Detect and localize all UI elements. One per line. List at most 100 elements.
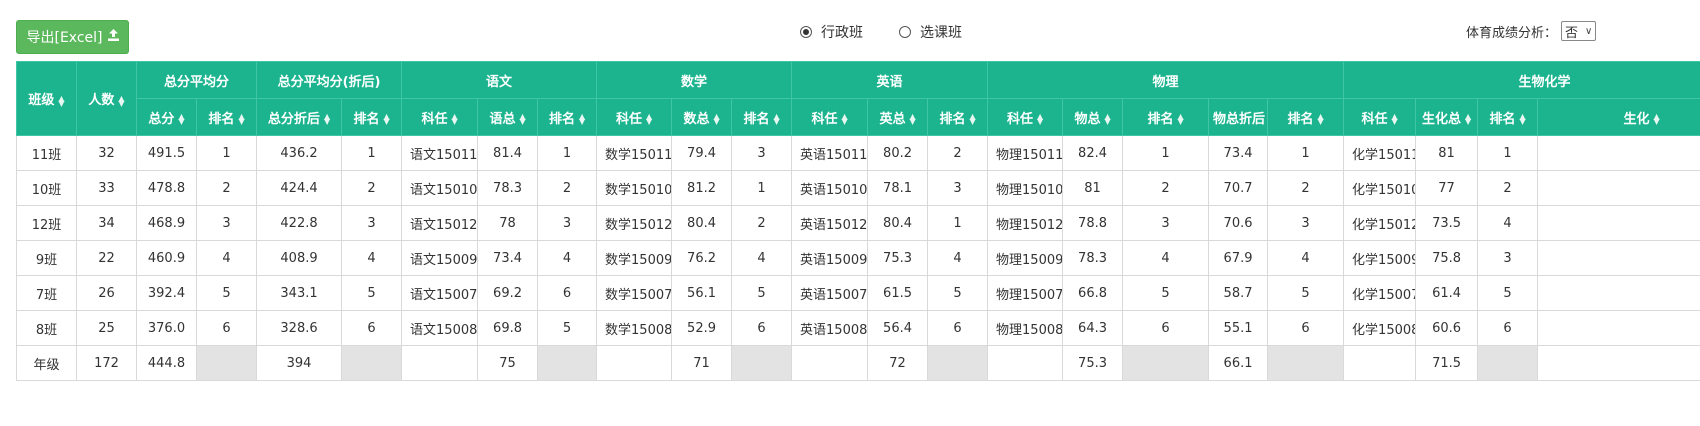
column-header[interactable]: 总分 ▲ ▼ [136, 98, 197, 136]
sort-icon[interactable]: ▲ ▼ [1653, 113, 1659, 126]
sort-icon[interactable]: ▲ ▼ [1391, 113, 1397, 126]
table-cell [1537, 170, 1700, 206]
group-header: 总分平均分(折后) [256, 61, 403, 99]
score-table-container: 班级 ▲ ▼ 人数 ▲ ▼ 总分平均分 总分平均分(折后) 语文 数学 英语 物理 生物化学 总分 ▲ ▼ 排… [16, 61, 1700, 381]
header-label: 语文 [486, 74, 513, 90]
sort-icon[interactable]: ▲ ▼ [841, 113, 847, 126]
column-header[interactable]: 物总 ▲ ▼ [1062, 98, 1124, 136]
group-header: 总分平均分 [135, 61, 258, 99]
sort-icon[interactable]: ▲ ▼ [58, 94, 64, 107]
table-cell: 化学15010 [1343, 170, 1417, 206]
table-row: 10班 33 478.8 2 424.4 2 语文15010 78.3 2 数学15010 81.2… [16, 170, 1700, 206]
table-cell: 25 [76, 310, 137, 346]
sort-icon[interactable]: ▲ ▼ [118, 94, 124, 107]
radio-elective-class[interactable]: 选课班 [899, 22, 962, 42]
column-header[interactable]: 语总 ▲ ▼ [477, 98, 539, 136]
header-label: 科任 [615, 111, 642, 127]
group-header[interactable]: 人数 ▲ ▼ [76, 61, 137, 136]
table-row: 12班 34 468.9 3 422.8 3 语文15012 78 3 数学15012 80.4 2 英… [16, 205, 1700, 241]
table-cell: 56.1 [671, 275, 733, 311]
table-cell: 化学15009 [1343, 240, 1417, 276]
radio-admin-class-label: 行政班 [821, 25, 863, 41]
table-cell: 52.9 [671, 310, 733, 346]
table-cell: 5 [341, 275, 403, 311]
table-cell: 4 [731, 240, 793, 276]
table-cell: 英语15011 [791, 135, 869, 171]
header-label: 排名 [1147, 111, 1174, 127]
table-cell: 化学15012 [1343, 205, 1417, 241]
table-cell: 4 [537, 240, 598, 276]
column-header[interactable]: 排名 ▲ ▼ [195, 98, 258, 136]
table-cell: 2 [1122, 170, 1210, 206]
header-label: 排名 [939, 111, 966, 127]
column-header[interactable]: 物总折后▲▼ [1208, 98, 1269, 136]
group-header: 数学 [596, 61, 793, 99]
header-label: 语总 [489, 111, 516, 127]
table-cell: 444.8 [136, 345, 197, 381]
sort-icon[interactable]: ▲ ▼ [909, 113, 915, 126]
sort-icon[interactable]: ▲ ▼ [519, 113, 525, 126]
sort-icon[interactable]: ▲ ▼ [324, 113, 330, 126]
sort-icon[interactable]: ▲ ▼ [1037, 113, 1043, 126]
column-header[interactable]: 科任 ▲ ▼ [791, 98, 869, 136]
table-cell: 3 [1122, 205, 1210, 241]
radio-checked-icon[interactable] [800, 26, 812, 38]
table-cell [987, 345, 1064, 381]
sort-icon[interactable]: ▲ ▼ [1177, 113, 1183, 126]
sort-icon[interactable]: ▲ ▼ [579, 113, 585, 126]
table-cell: 5 [1477, 275, 1539, 311]
sort-icon[interactable]: ▲ ▼ [713, 113, 719, 126]
column-header[interactable]: 科任 ▲ ▼ [987, 98, 1064, 136]
sort-icon[interactable]: ▲ ▼ [178, 113, 184, 126]
group-header[interactable]: 班级 ▲ ▼ [16, 61, 77, 136]
group-header: 物理 [987, 61, 1345, 99]
table-cell: 72 [867, 345, 929, 381]
table-cell: 33 [76, 170, 137, 206]
table-cell: 78.8 [1062, 205, 1124, 241]
sort-icon[interactable]: ▲ ▼ [646, 113, 652, 126]
sort-icon[interactable]: ▲ ▼ [773, 113, 779, 126]
column-header[interactable]: 排名 ▲ ▼ [1122, 98, 1210, 136]
radio-admin-class[interactable]: 行政班 [800, 22, 863, 42]
radio-unchecked-icon[interactable] [899, 26, 911, 38]
export-excel-button[interactable]: 导出[Excel] [16, 20, 129, 54]
table-cell: 年级 [16, 345, 77, 381]
pe-analysis-label: 体育成绩分析： [1466, 25, 1558, 41]
column-header[interactable]: 科任 ▲ ▼ [596, 98, 673, 136]
column-header[interactable]: 生化总 ▲ ▼ [1415, 98, 1479, 136]
pe-analysis-select[interactable]: 否 ∨ [1561, 21, 1597, 41]
column-header[interactable]: 排名 ▲ ▼ [731, 98, 793, 136]
sort-icon[interactable]: ▲ ▼ [1317, 113, 1323, 126]
column-header[interactable]: 总分折后 ▲ ▼ [256, 98, 343, 136]
table-row: 7班 26 392.4 5 343.1 5 语文15007 69.2 6 数学15007 56.1 5… [16, 275, 1700, 311]
column-header[interactable]: 排名 ▲ ▼ [341, 98, 403, 136]
sort-icon[interactable]: ▲ ▼ [451, 113, 457, 126]
column-header[interactable]: 排名 ▲ ▼ [537, 98, 598, 136]
sort-icon[interactable]: ▲ ▼ [383, 113, 389, 126]
table-cell: 1 [341, 135, 403, 171]
table-cell: 6 [1267, 310, 1345, 346]
table-cell [1537, 135, 1700, 171]
header-label: 排名 [743, 111, 770, 127]
column-header[interactable]: 科任 ▲ ▼ [401, 98, 479, 136]
column-header[interactable]: 排名 ▲ ▼ [927, 98, 989, 136]
pe-analysis-value: 否 [1565, 25, 1579, 41]
header-label: 总分平均分 [164, 74, 230, 90]
sort-icon[interactable]: ▲ ▼ [1104, 113, 1110, 126]
table-cell: 424.4 [256, 170, 343, 206]
sort-icon[interactable]: ▲ ▼ [1519, 113, 1525, 126]
sort-icon[interactable]: ▲ ▼ [1465, 113, 1471, 126]
column-header[interactable]: 排名 ▲ ▼ [1267, 98, 1345, 136]
column-header[interactable]: 科任 ▲ ▼ [1343, 98, 1417, 136]
column-header[interactable]: 生化 ▲ ▼ [1537, 98, 1700, 136]
column-header[interactable]: 英总 ▲ ▼ [867, 98, 929, 136]
table-cell: 化学15007 [1343, 275, 1417, 311]
column-header[interactable]: 排名 ▲ ▼ [1477, 98, 1539, 136]
column-header[interactable]: 数总 ▲ ▼ [671, 98, 733, 136]
table-cell: 1 [537, 135, 598, 171]
table-cell: 78 [477, 205, 539, 241]
table-cell: 6 [1122, 310, 1210, 346]
table-cell: 468.9 [136, 205, 197, 241]
sort-icon[interactable]: ▲ ▼ [969, 113, 975, 126]
sort-icon[interactable]: ▲ ▼ [238, 113, 244, 126]
